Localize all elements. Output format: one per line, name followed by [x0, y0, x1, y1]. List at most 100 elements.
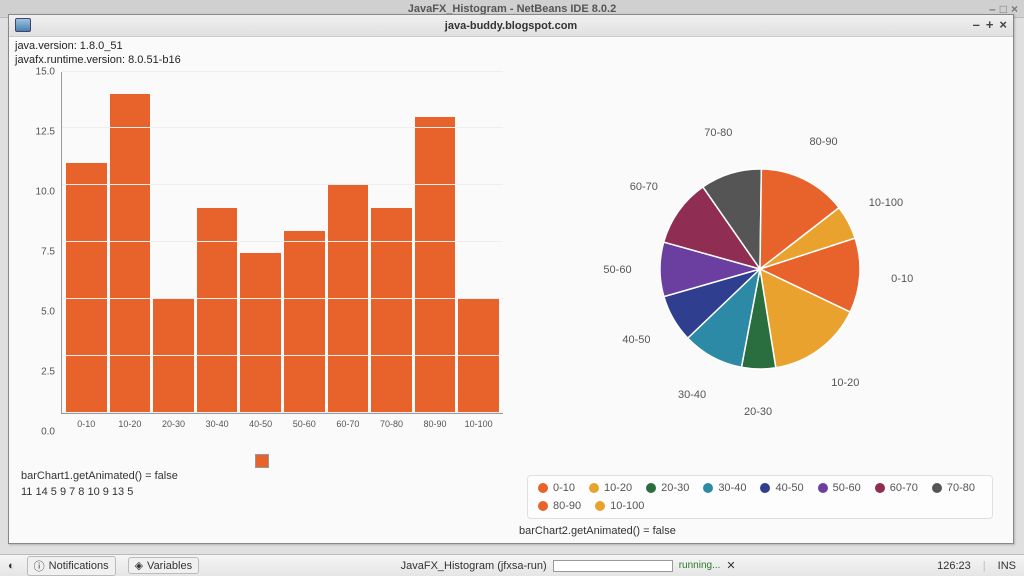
legend-label: 40-50: [775, 482, 803, 494]
bar-status-2: 11 14 5 9 7 8 10 9 13 5: [21, 484, 503, 500]
legend-item[interactable]: 80-90: [538, 500, 581, 512]
x-tick: 10-20: [110, 419, 151, 429]
legend-label: 20-30: [661, 482, 689, 494]
bar[interactable]: [415, 117, 456, 413]
y-tick: 12.5: [36, 126, 55, 137]
bar[interactable]: [110, 94, 151, 412]
y-tick: 7.5: [41, 246, 55, 257]
bar[interactable]: [240, 253, 281, 412]
x-tick: 80-90: [415, 419, 456, 429]
pie-slice-label: 60-70: [630, 181, 658, 193]
legend-dot: [818, 483, 828, 493]
legend-label: 50-60: [833, 482, 861, 494]
pie-svg: [640, 149, 880, 389]
notifications-button[interactable]: ⓘ Notifications: [27, 556, 116, 576]
legend-item[interactable]: 30-40: [703, 482, 746, 494]
notifications-label: Notifications: [49, 560, 109, 572]
x-tick: 20-30: [153, 419, 194, 429]
legend-item[interactable]: 70-80: [932, 482, 975, 494]
bar[interactable]: [197, 208, 238, 413]
inner-window-controls: – + ×: [973, 17, 1007, 32]
bar-chart-panel: 0.02.55.07.510.012.515.0 0-1010-2020-303…: [21, 72, 503, 539]
javafx-runtime-line: javafx.runtime.version: 8.0.51-b16: [15, 53, 1007, 67]
legend-label: 10-100: [610, 500, 644, 512]
cursor-position: 126:23: [937, 560, 971, 572]
statusbar-circle-icon[interactable]: ◐: [8, 560, 15, 572]
inner-titlebar: java-buddy.blogspot.com – + ×: [9, 15, 1013, 37]
bar-status-1: barChart1.getAnimated() = false: [21, 468, 503, 484]
task-stop-icon[interactable]: ✕: [726, 559, 735, 572]
legend-dot: [646, 483, 656, 493]
legend-item[interactable]: 20-30: [646, 482, 689, 494]
insert-mode: INS: [998, 560, 1016, 572]
java-version-line: java.version: 1.8.0_51: [15, 39, 1007, 53]
x-tick: 60-70: [328, 419, 369, 429]
pie-slice-label: 20-30: [744, 406, 772, 418]
pie-slice-label: 10-20: [831, 377, 859, 389]
inner-maximize-icon[interactable]: +: [986, 17, 994, 32]
progress-bar[interactable]: [553, 560, 673, 572]
legend-dot: [760, 483, 770, 493]
pie-chart-area: 0-1010-2020-3030-4040-5050-6060-7070-808…: [519, 72, 1001, 467]
diamond-icon: ◈: [135, 559, 143, 572]
x-tick: 10-100: [458, 419, 499, 429]
bar-bars: [62, 72, 503, 413]
legend-dot: [589, 483, 599, 493]
build-task: JavaFX_Histogram (jfxsa-run) running... …: [401, 559, 736, 572]
x-tick: 30-40: [197, 419, 238, 429]
ide-statusbar: ◐ ⓘ Notifications ◈ Variables JavaFX_His…: [0, 554, 1024, 576]
pie-slice-label: 50-60: [603, 264, 631, 276]
charts-row: 0.02.55.07.510.012.515.0 0-1010-2020-303…: [9, 70, 1013, 543]
pie-slice-label: 70-80: [704, 127, 732, 139]
legend-item[interactable]: 40-50: [760, 482, 803, 494]
legend-dot: [538, 501, 548, 511]
inner-close-icon[interactable]: ×: [999, 17, 1007, 32]
inner-minimize-icon[interactable]: –: [973, 17, 980, 32]
bar-y-axis: 0.02.55.07.510.012.515.0: [21, 72, 61, 432]
pie-slice-label: 80-90: [810, 136, 838, 148]
variables-button[interactable]: ◈ Variables: [128, 557, 200, 574]
pie-slice-label: 10-100: [869, 197, 903, 209]
bar-plot: 0-1010-2020-3030-4040-5050-6060-7070-808…: [61, 72, 503, 414]
y-tick: 10.0: [36, 186, 55, 197]
pie-legend: 0-10 10-20 20-30 30-40 40-50 50-60 60-70 70-80 8…: [527, 475, 993, 519]
variables-label: Variables: [147, 560, 192, 572]
pie-slice-label: 40-50: [622, 334, 650, 346]
app-icon: [15, 18, 31, 32]
legend-item[interactable]: 50-60: [818, 482, 861, 494]
bar-legend-swatch: [255, 454, 269, 468]
running-label: running...: [679, 560, 721, 571]
y-tick: 5.0: [41, 306, 55, 317]
legend-dot: [595, 501, 605, 511]
y-tick: 15.0: [36, 66, 55, 77]
bar[interactable]: [66, 163, 107, 413]
bar[interactable]: [371, 208, 412, 413]
inner-title: java-buddy.blogspot.com: [445, 20, 577, 32]
bar[interactable]: [284, 231, 325, 413]
legend-item[interactable]: 0-10: [538, 482, 575, 494]
info-block: java.version: 1.8.0_51 javafx.runtime.ve…: [9, 37, 1013, 70]
pie-status-1: barChart2.getAnimated() = false: [519, 523, 1001, 539]
bar-chart-area: 0.02.55.07.510.012.515.0 0-1010-2020-303…: [21, 72, 503, 432]
legend-item[interactable]: 10-20: [589, 482, 632, 494]
legend-label: 10-20: [604, 482, 632, 494]
x-tick: 70-80: [371, 419, 412, 429]
x-tick: 40-50: [240, 419, 281, 429]
legend-item[interactable]: 10-100: [595, 500, 644, 512]
pie-chart-panel: 0-10 10-20 20-30 30-40 40-50 50-60 60-70 70-80 8…: [519, 72, 1001, 539]
y-tick: 0.0: [41, 426, 55, 437]
legend-dot: [875, 483, 885, 493]
bar-legend: [21, 454, 503, 468]
legend-dot: [932, 483, 942, 493]
outer-title: JavaFX_Histogram - NetBeans IDE 8.0.2: [408, 3, 616, 15]
legend-label: 30-40: [718, 482, 746, 494]
x-tick: 50-60: [284, 419, 325, 429]
app-window: java-buddy.blogspot.com – + × java.versi…: [8, 14, 1014, 544]
bar[interactable]: [458, 299, 499, 413]
info-icon: ⓘ: [34, 558, 45, 574]
bar[interactable]: [153, 299, 194, 413]
legend-dot: [703, 483, 713, 493]
legend-label: 60-70: [890, 482, 918, 494]
legend-item[interactable]: 60-70: [875, 482, 918, 494]
x-tick: 0-10: [66, 419, 107, 429]
